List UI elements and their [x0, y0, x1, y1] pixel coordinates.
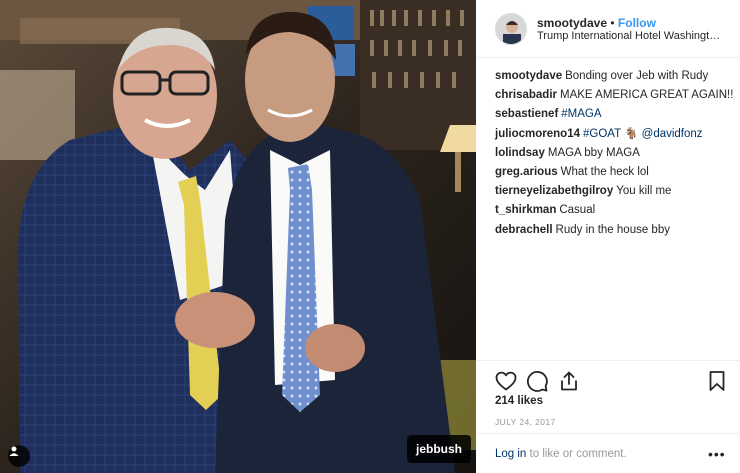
- comment-link[interactable]: #GOAT: [583, 128, 621, 140]
- comment-text: 🐐: [620, 127, 642, 140]
- comment-text: Casual: [559, 204, 596, 217]
- photo-tag-label[interactable]: jebbush: [407, 435, 472, 463]
- comment-row: juliocmoreno14 #GOAT 🐐 @davidfonz: [495, 125, 731, 144]
- more-options-icon[interactable]: •••: [708, 446, 726, 462]
- comment-footer: Log in to like or comment. •••: [476, 433, 740, 473]
- comment-text: MAGA bby MAGA: [547, 146, 640, 159]
- tagged-user-button[interactable]: [8, 445, 30, 467]
- comment-link[interactable]: @davidfonz: [642, 128, 703, 140]
- login-suffix: to like or comment.: [526, 448, 627, 460]
- post-date: JULY 24, 2017: [495, 417, 556, 427]
- comment-username[interactable]: lolindsay: [495, 147, 545, 159]
- post-sidebar: smootydave • Follow Trump International …: [476, 0, 740, 473]
- comment-text: You kill me: [616, 185, 672, 198]
- comment-row: sebastienef #MAGA: [495, 105, 731, 124]
- follow-button[interactable]: Follow: [618, 16, 656, 30]
- comment-username[interactable]: tierneyelizabethgilroy: [495, 185, 613, 197]
- comment-text: What the heck lol: [560, 166, 649, 179]
- header-username[interactable]: smootydave: [537, 16, 607, 30]
- share-arrow-icon[interactable]: [557, 369, 581, 393]
- comment-row: debrachell Rudy in the house bby: [495, 221, 731, 240]
- avatar[interactable]: [495, 13, 527, 45]
- comment-text: Rudy in the house bby: [555, 223, 670, 236]
- comment-username[interactable]: juliocmoreno14: [495, 128, 580, 140]
- comment-link[interactable]: #MAGA: [561, 108, 601, 120]
- bookmark-icon[interactable]: [705, 369, 729, 393]
- header-separator: •: [610, 16, 615, 30]
- person-icon: [9, 446, 19, 456]
- avatar-image: [496, 14, 526, 44]
- header-username-row: smootydave • Follow: [537, 16, 656, 30]
- speech-bubble-icon[interactable]: [525, 369, 549, 393]
- comment-username[interactable]: smootydave: [495, 70, 562, 82]
- like-count[interactable]: 214 likes: [495, 395, 543, 407]
- comment-row: t_shirkman Casual: [495, 201, 731, 220]
- comment-row: smootydave Bonding over Jeb with Rudy: [495, 67, 731, 86]
- comment-list: smootydave Bonding over Jeb with Rudy chri…: [495, 67, 734, 240]
- comment-username[interactable]: sebastienef: [495, 108, 558, 120]
- comment-username[interactable]: chrisabadir: [495, 89, 557, 101]
- comment-text: Bonding over Jeb with Rudy: [565, 70, 709, 82]
- comment-row: lolindsay MAGA bby MAGA: [495, 144, 731, 163]
- photo-illustration: [0, 0, 476, 473]
- post-header: smootydave • Follow Trump International …: [476, 0, 740, 58]
- comment-row: chrisabadir MAKE AMERICA GREAT AGAIN!!: [495, 86, 734, 105]
- post-photo[interactable]: jebbush: [0, 0, 476, 473]
- comment-username[interactable]: debrachell: [495, 224, 553, 236]
- heart-outline-icon[interactable]: [494, 369, 518, 393]
- login-prompt: Log in to like or comment.: [495, 448, 627, 460]
- location-link[interactable]: Trump International Hotel Washington, D.…: [537, 30, 723, 43]
- comment-row: greg.arious What the heck lol: [495, 163, 731, 182]
- comment-row: tierneyelizabethgilroy You kill me: [495, 182, 731, 201]
- comment-username[interactable]: t_shirkman: [495, 204, 556, 216]
- action-bar: [476, 360, 740, 400]
- comment-text: MAKE AMERICA GREAT AGAIN!!: [560, 89, 734, 102]
- comment-username[interactable]: greg.arious: [495, 166, 558, 178]
- login-link[interactable]: Log in: [495, 448, 526, 460]
